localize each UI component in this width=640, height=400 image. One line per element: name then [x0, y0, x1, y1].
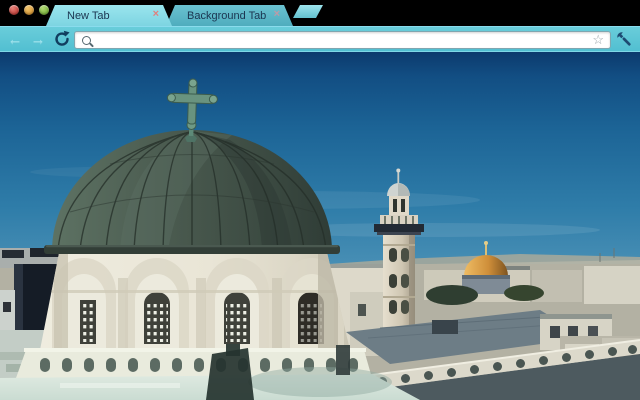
zoom-window-button[interactable] — [39, 5, 49, 15]
page-content — [0, 52, 640, 400]
tab-new-tab[interactable]: New Tab × — [46, 5, 172, 26]
bookmark-star-icon[interactable]: ☆ — [592, 33, 604, 47]
back-arrow-icon: ← — [7, 30, 23, 48]
tab-close-icon[interactable]: × — [153, 8, 159, 21]
omnibox[interactable]: ☆ — [74, 31, 611, 49]
new-tab-button[interactable] — [293, 5, 323, 18]
church-drum — [40, 248, 350, 350]
minimize-window-button[interactable] — [24, 5, 34, 15]
reload-button[interactable] — [51, 28, 73, 50]
reload-icon — [55, 30, 70, 46]
omnibox-input[interactable] — [97, 34, 587, 46]
wrench-icon — [617, 32, 631, 46]
close-window-button[interactable] — [9, 5, 19, 15]
tab-background-tab[interactable]: Background Tab × — [166, 5, 293, 26]
forward-arrow-icon: → — [30, 30, 46, 48]
back-button[interactable]: ← — [4, 28, 26, 50]
content-photo — [0, 52, 640, 400]
forward-button[interactable]: → — [27, 28, 49, 50]
tab-close-icon[interactable]: × — [274, 8, 280, 21]
navigation-toolbar: ← → ☆ — [0, 26, 640, 52]
window-controls — [9, 5, 49, 15]
search-magnifier-icon — [82, 35, 91, 45]
window-titlebar: New Tab × Background Tab × — [0, 0, 640, 26]
tab-label: Background Tab — [187, 9, 267, 22]
browser-window: New Tab × Background Tab × ← → ☆ — [0, 0, 640, 400]
tab-label: New Tab — [67, 9, 110, 22]
menu-button[interactable] — [615, 30, 635, 50]
